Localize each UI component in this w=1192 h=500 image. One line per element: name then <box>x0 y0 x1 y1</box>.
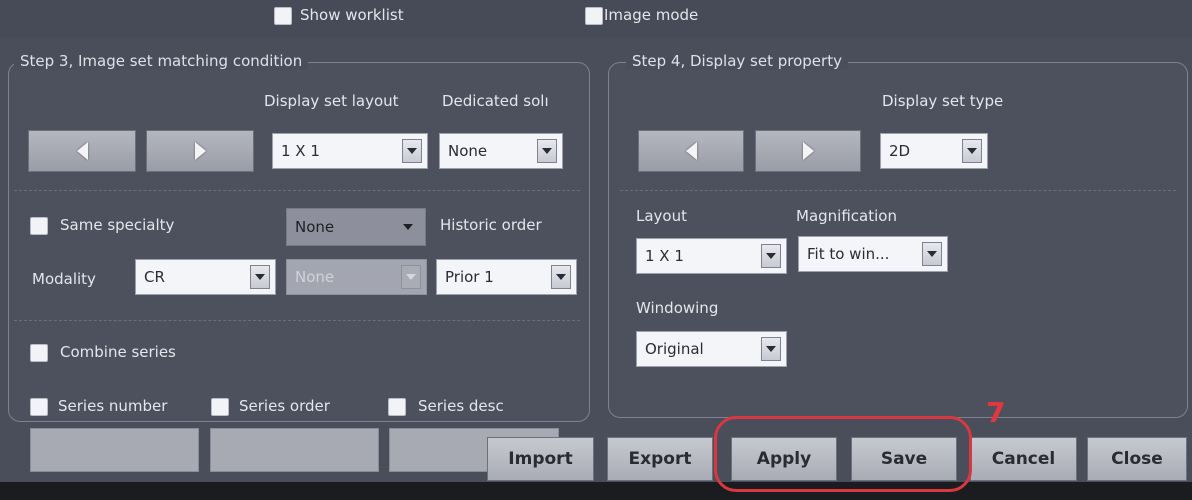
image-mode-label: Image mode <box>604 6 699 24</box>
chevron-down-icon <box>401 265 421 289</box>
step3-prev-button[interactable] <box>28 130 136 172</box>
combine-series-checkbox[interactable] <box>30 344 48 362</box>
chevron-down-icon <box>403 224 413 230</box>
close-button[interactable]: Close <box>1087 437 1187 481</box>
chevron-down-icon[interactable] <box>922 242 942 266</box>
chevron-down-icon[interactable] <box>761 337 781 361</box>
windowing-value: Original <box>645 340 704 358</box>
right-arrow-icon <box>802 142 814 160</box>
series-desc-label: Series desc <box>418 397 504 415</box>
display-set-type-select[interactable]: 2D <box>880 133 988 169</box>
chevron-down-icon[interactable] <box>761 244 781 268</box>
dedicated-value: None <box>448 142 488 160</box>
step4-title: Step 4, Display set property <box>626 52 848 70</box>
same-specialty-checkbox[interactable] <box>30 217 48 235</box>
display-set-layout-value: 1 X 1 <box>281 142 320 160</box>
highlight-annotation <box>714 416 972 492</box>
right-arrow-icon <box>194 142 206 160</box>
divider <box>14 320 580 321</box>
chevron-down-icon[interactable] <box>962 139 982 163</box>
bottom-bar <box>0 482 1192 500</box>
display-set-layout-label: Display set layout <box>264 92 399 110</box>
magnification-label: Magnification <box>796 207 897 225</box>
layout-label: Layout <box>636 207 687 225</box>
series-number-label: Series number <box>58 397 168 415</box>
historic-order-value: Prior 1 <box>445 268 494 286</box>
display-set-layout-select[interactable]: 1 X 1 <box>272 133 428 169</box>
chevron-down-icon[interactable] <box>537 139 557 163</box>
step3-title: Step 3, Image set matching condition <box>14 52 309 70</box>
display-set-type-label: Display set type <box>882 92 1004 110</box>
step4-prev-button[interactable] <box>638 130 744 172</box>
blank-field[interactable] <box>30 428 199 472</box>
magnification-value: Fit to win... <box>807 245 890 263</box>
series-number-checkbox[interactable] <box>30 398 48 416</box>
chevron-down-icon[interactable] <box>551 265 571 289</box>
series-desc-checkbox[interactable] <box>388 398 406 416</box>
same-specialty-value: None <box>295 218 335 236</box>
modality-select[interactable]: CR <box>135 259 276 295</box>
step3-next-button[interactable] <box>146 130 254 172</box>
divider <box>14 190 580 191</box>
historic-order-select[interactable]: Prior 1 <box>436 259 577 295</box>
modality-second-value: None <box>295 268 335 286</box>
dedicated-select[interactable]: None <box>439 133 563 169</box>
show-worklist-checkbox[interactable] <box>274 7 292 25</box>
same-specialty-select[interactable]: None <box>286 208 426 246</box>
blank-field[interactable] <box>210 428 379 472</box>
series-order-label: Series order <box>239 397 330 415</box>
chevron-down-icon[interactable] <box>402 139 422 163</box>
left-arrow-icon <box>685 142 697 160</box>
windowing-select[interactable]: Original <box>636 331 787 367</box>
dedicated-label: Dedicated solı <box>442 92 549 110</box>
layout-select[interactable]: 1 X 1 <box>636 238 787 274</box>
historic-order-label: Historic order <box>440 216 542 234</box>
left-arrow-icon <box>76 142 88 160</box>
show-worklist-label: Show worklist <box>300 6 404 24</box>
chevron-down-icon[interactable] <box>250 265 270 289</box>
combine-series-label: Combine series <box>60 343 176 361</box>
modality-value: CR <box>144 268 165 286</box>
step4-next-button[interactable] <box>755 130 861 172</box>
import-button[interactable]: Import <box>487 437 594 481</box>
cancel-button[interactable]: Cancel <box>970 437 1077 481</box>
layout-value: 1 X 1 <box>645 247 684 265</box>
image-mode-checkbox[interactable] <box>585 7 603 25</box>
series-order-checkbox[interactable] <box>211 398 229 416</box>
step-number-annotation: 7 <box>986 396 1006 429</box>
modality-second-select: None <box>286 259 427 295</box>
export-button[interactable]: Export <box>607 437 713 481</box>
windowing-label: Windowing <box>636 299 719 317</box>
display-set-type-value: 2D <box>889 142 911 160</box>
modality-label: Modality <box>32 270 96 288</box>
same-specialty-label: Same specialty <box>60 216 175 234</box>
divider <box>620 190 1176 191</box>
magnification-select[interactable]: Fit to win... <box>798 236 948 272</box>
